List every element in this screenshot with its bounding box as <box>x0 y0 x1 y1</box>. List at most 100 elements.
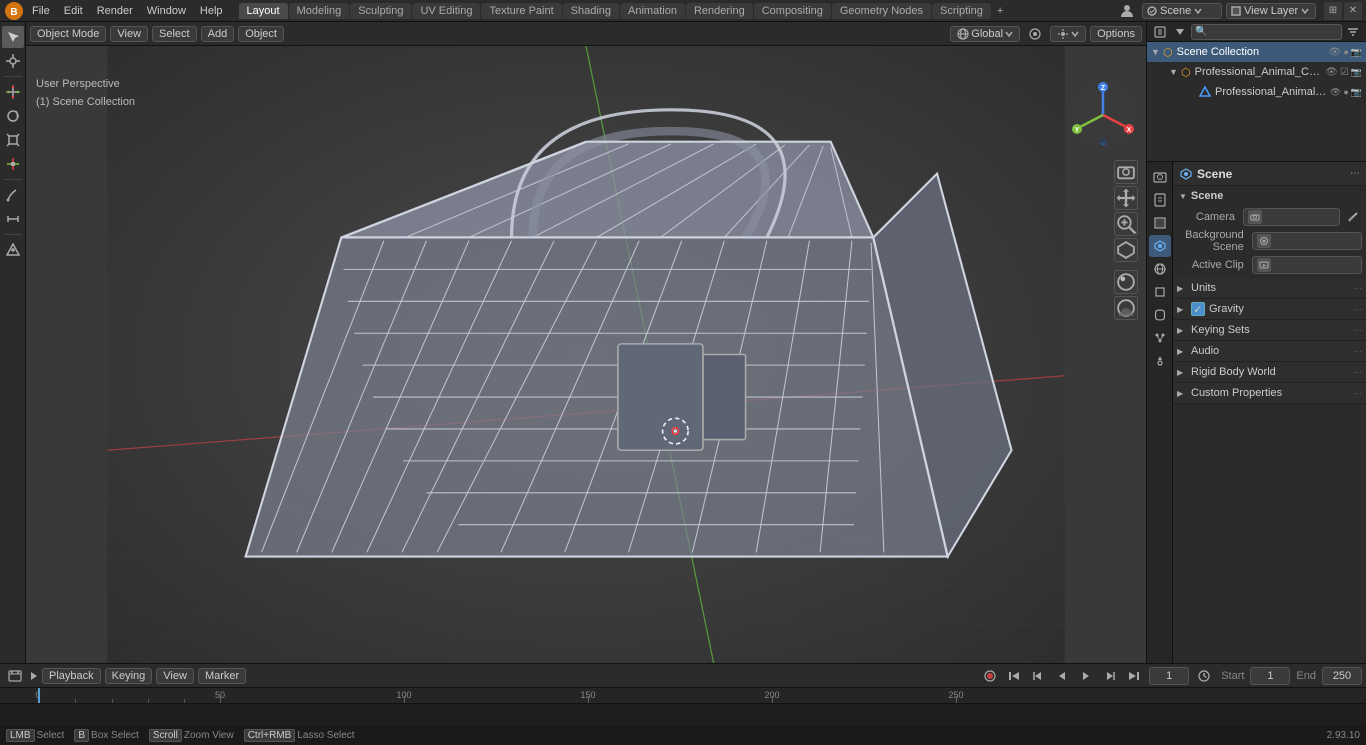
gravity-checkbox[interactable]: ✓ <box>1191 302 1205 316</box>
menu-render[interactable]: Render <box>91 3 139 19</box>
scene-collection-render[interactable]: 📷 <box>1351 47 1362 58</box>
rigid-body-header[interactable]: ▶ Rigid Body World ⋯ <box>1173 362 1366 382</box>
camera-view-btn[interactable] <box>1114 160 1138 184</box>
props-scene-expand-btn[interactable]: ⋯ <box>1350 168 1360 179</box>
props-output-btn[interactable] <box>1149 189 1171 211</box>
select-menu-btn[interactable]: Select <box>152 26 197 42</box>
background-scene-field[interactable] <box>1252 232 1362 250</box>
gravity-header[interactable]: ▶ ✓ Gravity ⋯ <box>1173 299 1366 319</box>
timeline-ruler[interactable]: 0 50 100 150 200 250 <box>0 688 1366 704</box>
props-modifier-btn[interactable] <box>1149 304 1171 326</box>
props-render-btn[interactable] <box>1149 166 1171 188</box>
cage-render-icon[interactable]: 📷 <box>1351 67 1362 78</box>
props-viewlayer-btn[interactable] <box>1149 212 1171 234</box>
props-scene-btn[interactable] <box>1149 235 1171 257</box>
props-physics-btn[interactable] <box>1149 350 1171 372</box>
playback-btn[interactable]: Playback <box>42 668 101 684</box>
annotate-tool-btn[interactable] <box>2 184 24 206</box>
workspace-tab-geometry[interactable]: Geometry Nodes <box>832 3 931 19</box>
select-tool-btn[interactable] <box>2 26 24 48</box>
timeline-tracks[interactable] <box>0 704 1366 726</box>
keying-sets-header[interactable]: ▶ Keying Sets ⋯ <box>1173 320 1366 340</box>
transform-tool-btn[interactable] <box>2 153 24 175</box>
end-frame-input[interactable] <box>1322 667 1362 685</box>
cage-eye-icon[interactable]: 👁 <box>1325 67 1338 78</box>
move-tool-btn[interactable] <box>2 81 24 103</box>
scene-subsection-header[interactable]: ▼ Scene <box>1173 186 1366 206</box>
object-mode-dropdown[interactable]: Object Mode <box>30 26 106 42</box>
outliner-item-cage-mesh[interactable]: Professional_Animal_Cag 👁 ● 📷 <box>1147 82 1366 102</box>
workspace-tab-shading[interactable]: Shading <box>563 3 619 19</box>
workspace-tab-animation[interactable]: Animation <box>620 3 685 19</box>
custom-props-header[interactable]: ▶ Custom Properties ⋯ <box>1173 383 1366 403</box>
viewport-move-btn[interactable] <box>1114 186 1138 210</box>
viewport-zoom-btn[interactable] <box>1114 212 1138 236</box>
scene-collection-eye[interactable]: 👁 <box>1329 47 1342 58</box>
viewport-perspective-btn[interactable] <box>1114 238 1138 262</box>
rotate-tool-btn[interactable] <box>2 105 24 127</box>
navigation-gizmo[interactable]: Z X Y -Z <box>1068 80 1138 150</box>
outliner-item-cage-collection[interactable]: ▼ ⬡ Professional_Animal_Cage_Tr 👁 ☑ 📷 <box>1147 62 1366 82</box>
menu-file[interactable]: File <box>26 3 56 19</box>
view-menu-btn[interactable]: View <box>110 26 148 42</box>
camera-value-field[interactable] <box>1243 208 1340 226</box>
measure-tool-btn[interactable] <box>2 208 24 230</box>
object-menu-btn[interactable]: Object <box>238 26 284 42</box>
audio-header[interactable]: ▶ Audio ⋯ <box>1173 341 1366 361</box>
props-world-btn[interactable] <box>1149 258 1171 280</box>
viewport[interactable]: Object Mode View Select Add Object Globa… <box>26 22 1146 663</box>
add-menu-btn[interactable]: Add <box>201 26 235 42</box>
viewport-canvas[interactable]: User Perspective (1) Scene Collection Z … <box>26 46 1146 663</box>
outliner-header-menu[interactable] <box>1171 24 1189 40</box>
close-window-btn[interactable]: ✕ <box>1344 2 1362 20</box>
mesh-eye-icon[interactable]: 👁 <box>1330 87 1341 98</box>
scale-tool-btn[interactable] <box>2 129 24 151</box>
play-forward-btn[interactable] <box>1075 666 1097 686</box>
start-frame-input[interactable] <box>1250 667 1290 685</box>
jump-end-btn[interactable] <box>1123 666 1145 686</box>
workspace-tab-compositing[interactable]: Compositing <box>754 3 831 19</box>
play-reverse-btn[interactable] <box>1051 666 1073 686</box>
menu-help[interactable]: Help <box>194 3 229 19</box>
workspace-tab-modeling[interactable]: Modeling <box>289 3 350 19</box>
options-btn[interactable]: Options <box>1090 26 1142 42</box>
workspace-tab-sculpting[interactable]: Sculpting <box>350 3 411 19</box>
view-layer-selector[interactable]: View Layer <box>1226 3 1316 19</box>
keying-btn[interactable]: Keying <box>105 668 153 684</box>
proportional-editing-btn[interactable] <box>1024 24 1046 44</box>
workspace-tab-texture[interactable]: Texture Paint <box>481 3 561 19</box>
outliner-filter-btn[interactable] <box>1344 24 1362 40</box>
step-forward-btn[interactable] <box>1099 666 1121 686</box>
workspace-tab-scripting[interactable]: Scripting <box>932 3 991 19</box>
units-header[interactable]: ▶ Units ⋯ <box>1173 278 1366 298</box>
outliner-search[interactable] <box>1191 24 1342 40</box>
marker-btn[interactable]: Marker <box>198 668 246 684</box>
workspace-tab-rendering[interactable]: Rendering <box>686 3 753 19</box>
jump-start-btn[interactable] <box>1003 666 1025 686</box>
workspace-tab-uv[interactable]: UV Editing <box>412 3 480 19</box>
snap-btn[interactable] <box>1050 26 1086 42</box>
workspace-tab-add[interactable]: + <box>992 3 1008 19</box>
menu-edit[interactable]: Edit <box>58 3 89 19</box>
material-preview-btn[interactable] <box>1114 270 1138 294</box>
camera-edit-btn[interactable] <box>1344 208 1362 226</box>
scene-selector[interactable]: Scene <box>1142 3 1222 19</box>
scene-collection-select[interactable]: ● <box>1343 47 1348 58</box>
menu-window[interactable]: Window <box>141 3 192 19</box>
record-btn[interactable] <box>979 666 1001 686</box>
mesh-select-icon[interactable]: ● <box>1343 87 1348 98</box>
current-frame-input[interactable] <box>1149 667 1189 685</box>
timeline-menu-btn[interactable] <box>30 666 38 686</box>
user-icon[interactable] <box>1116 1 1138 21</box>
cursor-tool-btn[interactable] <box>2 50 24 72</box>
transform-global-btn[interactable]: Global <box>950 26 1020 42</box>
timeline-view-btn[interactable]: View <box>156 668 194 684</box>
cage-select-icon[interactable]: ☑ <box>1340 67 1349 78</box>
props-object-btn[interactable] <box>1149 281 1171 303</box>
outliner-item-scene-collection[interactable]: ▼ ⬡ Scene Collection 👁 ● 📷 <box>1147 42 1366 62</box>
add-object-btn[interactable] <box>2 239 24 261</box>
props-particles-btn[interactable] <box>1149 327 1171 349</box>
active-clip-field[interactable] <box>1252 256 1362 274</box>
mesh-render-icon[interactable]: 📷 <box>1351 87 1362 98</box>
new-window-btn[interactable]: ⊞ <box>1324 2 1342 20</box>
